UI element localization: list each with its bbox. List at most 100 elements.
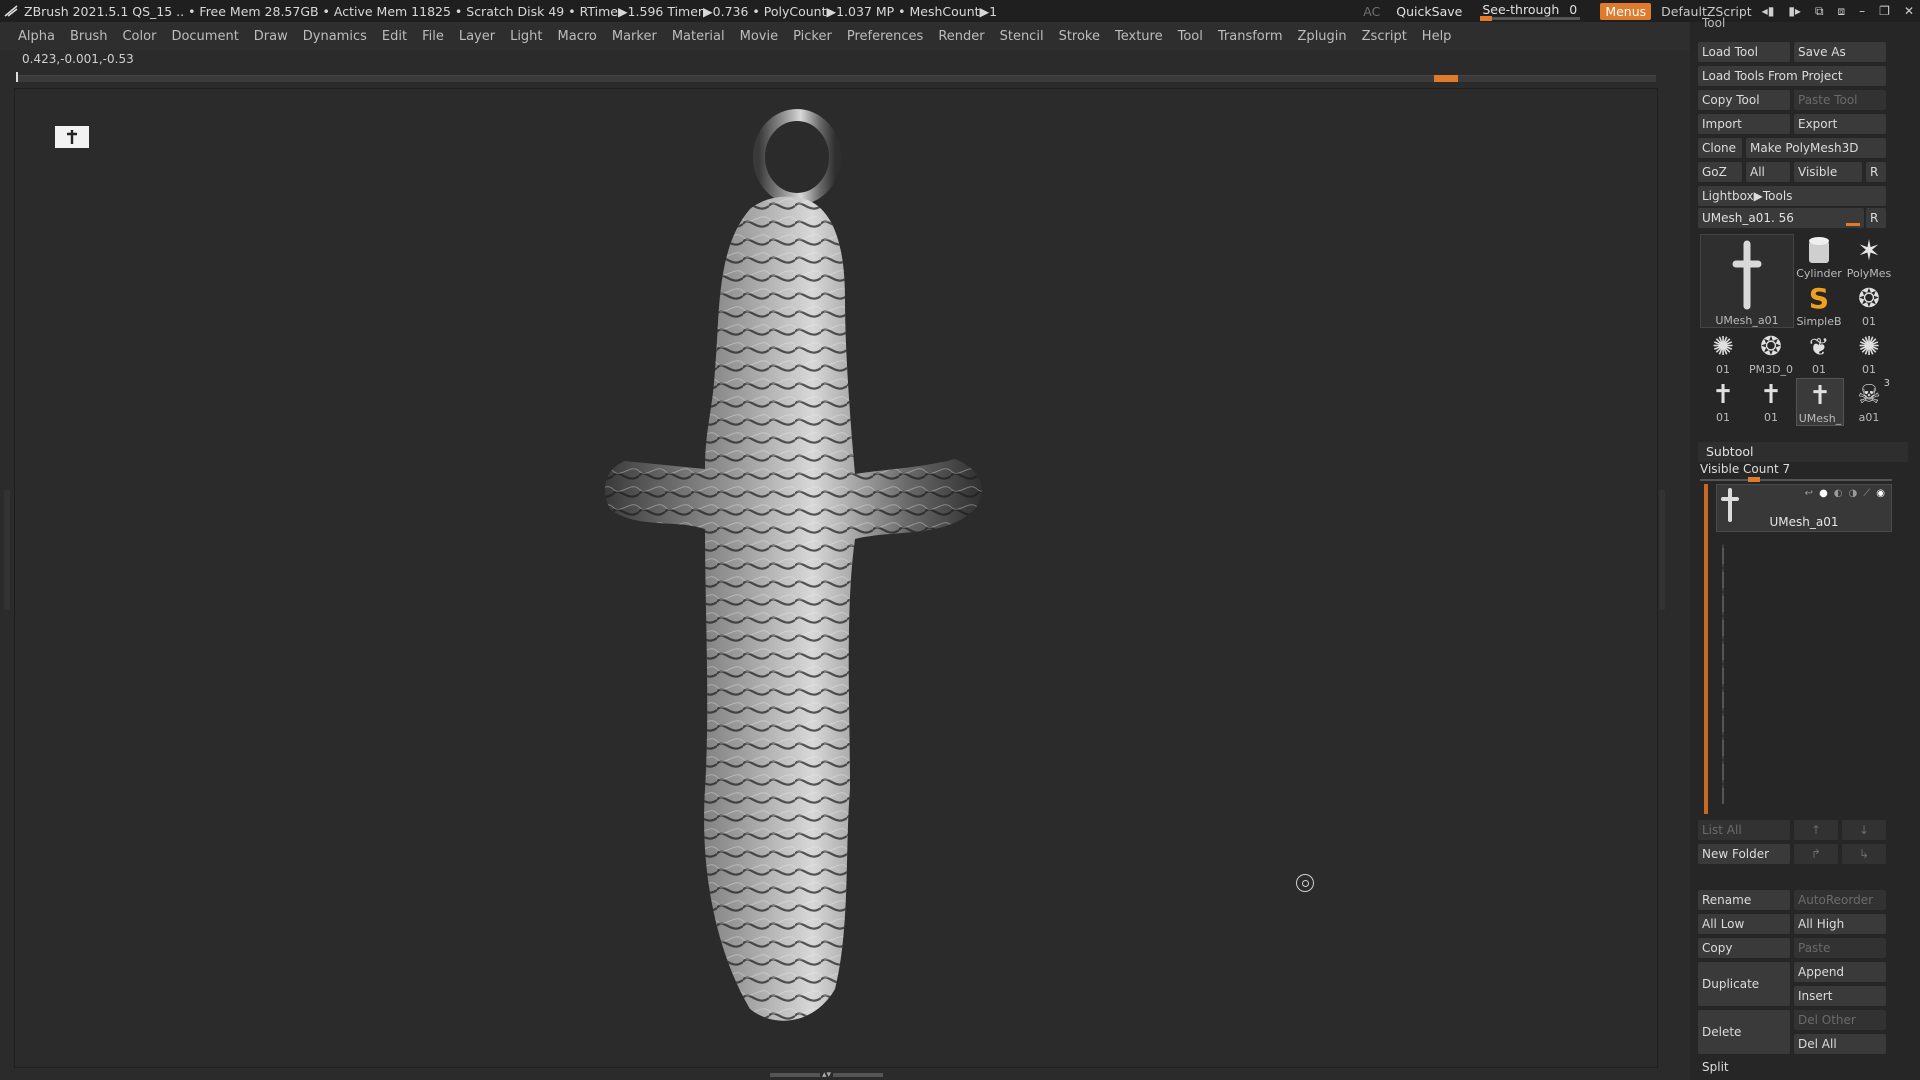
restore-icon[interactable]: ❐	[1879, 4, 1890, 19]
tool-thumb-01-d[interactable]: ✺ 01	[1846, 330, 1892, 377]
menu-render[interactable]: Render	[932, 29, 993, 44]
canvas-viewport[interactable]	[14, 88, 1658, 1068]
paste-subtool-button[interactable]: Paste	[1794, 938, 1886, 958]
make-polymesh3d-button[interactable]: Make PolyMesh3D	[1746, 138, 1886, 158]
autoreorder-button[interactable]: AutoReorder	[1794, 890, 1886, 910]
goz-visible-button[interactable]: Visible	[1794, 162, 1862, 182]
menu-zscript[interactable]: Zscript	[1356, 29, 1416, 44]
menu-color[interactable]: Color	[116, 29, 165, 44]
goz-all-button[interactable]: All	[1746, 162, 1790, 182]
new-folder-button[interactable]: New Folder	[1698, 844, 1790, 864]
all-high-button[interactable]: All High	[1794, 914, 1886, 934]
menu-light[interactable]: Light	[504, 29, 551, 44]
tool-thumb-polymesh[interactable]: ✶ PolyMes	[1846, 234, 1892, 280]
zbrush-logo-icon[interactable]	[2, 2, 20, 20]
left-tray-handle[interactable]	[4, 490, 10, 610]
export-button[interactable]: Export	[1794, 114, 1886, 134]
move-up-arrow-icon[interactable]: ↑	[1794, 820, 1838, 840]
menu-tool[interactable]: Tool	[1172, 29, 1212, 44]
bottom-tray-handle[interactable]: ▴▾	[770, 1070, 900, 1080]
solo-icon[interactable]: ◑	[1849, 488, 1858, 499]
split-section-header[interactable]: Split	[1702, 1060, 1729, 1074]
menu-zplugin[interactable]: Zplugin	[1292, 29, 1356, 44]
menus-toggle-button[interactable]: Menus	[1600, 2, 1652, 20]
lightbox-tools-button[interactable]: Lightbox▶Tools	[1698, 186, 1886, 206]
visible-count-knob[interactable]	[1748, 477, 1760, 482]
menu-draw[interactable]: Draw	[248, 29, 297, 44]
menu-transform[interactable]: Transform	[1212, 29, 1292, 44]
see-through-knob[interactable]	[1480, 16, 1493, 21]
menu-brush[interactable]: Brush	[64, 29, 117, 44]
rename-button[interactable]: Rename	[1698, 890, 1790, 910]
import-button[interactable]: Import	[1698, 114, 1790, 134]
arrow-icon[interactable]: ↩	[1805, 488, 1813, 499]
timeline-ruler[interactable]	[16, 72, 1656, 82]
tool-thumb-a01[interactable]: ☠ a01 3	[1846, 378, 1892, 424]
menu-preferences[interactable]: Preferences	[841, 29, 932, 44]
close-icon[interactable]: ✕	[1904, 4, 1914, 19]
window-swap-icon[interactable]: ⧈	[1838, 4, 1846, 19]
menu-macro[interactable]: Macro	[552, 29, 606, 44]
list-all-button[interactable]: List All	[1698, 820, 1790, 840]
menu-help[interactable]: Help	[1416, 29, 1461, 44]
menu-edit[interactable]: Edit	[376, 29, 416, 44]
goz-button[interactable]: GoZ	[1698, 162, 1742, 182]
all-low-button[interactable]: All Low	[1698, 914, 1790, 934]
save-as-button[interactable]: Save As	[1794, 42, 1886, 62]
menu-dynamics[interactable]: Dynamics	[297, 29, 376, 44]
see-through-slider[interactable]: See-through 0	[1478, 0, 1590, 22]
insert-button[interactable]: Insert	[1794, 986, 1886, 1006]
menu-marker[interactable]: Marker	[606, 29, 666, 44]
menu-material[interactable]: Material	[666, 29, 734, 44]
timeline-position-marker[interactable]	[1434, 75, 1458, 82]
tool-thumb-pm3d[interactable]: ❂ PM3D_0	[1748, 330, 1794, 377]
tool-r-button[interactable]: R	[1866, 208, 1886, 228]
paste-tool-button[interactable]: Paste Tool	[1794, 90, 1886, 110]
quicksave-button[interactable]: QuickSave	[1390, 4, 1468, 19]
goz-r-button[interactable]: R	[1866, 162, 1886, 182]
duplicate-button[interactable]: Duplicate	[1698, 962, 1790, 1006]
menu-stroke[interactable]: Stroke	[1053, 29, 1109, 44]
move-down-arrow-icon[interactable]: ↓	[1842, 820, 1886, 840]
subtool-section-header[interactable]: Subtool	[1698, 442, 1908, 462]
delete-button[interactable]: Delete	[1698, 1010, 1790, 1054]
eye-icon[interactable]: ◉	[1876, 488, 1885, 499]
menu-movie[interactable]: Movie	[734, 29, 787, 44]
tool-thumb-cylinder[interactable]: Cylinder	[1796, 234, 1842, 280]
tool-thumb-umesh[interactable]: ✝ UMesh_	[1796, 378, 1844, 426]
polyframe-icon[interactable]: ●	[1819, 488, 1828, 499]
menu-alpha[interactable]: Alpha	[12, 29, 64, 44]
clone-button[interactable]: Clone	[1698, 138, 1742, 158]
load-tool-button[interactable]: Load Tool	[1698, 42, 1790, 62]
pivot-target-icon[interactable]	[1296, 874, 1314, 892]
ac-toggle[interactable]: AC	[1363, 4, 1380, 19]
tool-thumb-01-c[interactable]: ❦ 01	[1796, 330, 1842, 377]
move-in-arrow-icon[interactable]: ↱	[1794, 844, 1838, 864]
menu-layer[interactable]: Layer	[453, 29, 504, 44]
tool-thumb-01-f[interactable]: ✝ 01	[1748, 378, 1794, 425]
tool-thumb-simplebrush[interactable]: S SimpleB	[1796, 282, 1842, 328]
move-out-arrow-icon[interactable]: ↳	[1842, 844, 1886, 864]
append-button[interactable]: Append	[1794, 962, 1886, 982]
menu-stencil[interactable]: Stencil	[994, 29, 1053, 44]
minimize-icon[interactable]: –	[1859, 4, 1865, 19]
window-layout-icon[interactable]: ⧉	[1815, 4, 1824, 19]
menu-file[interactable]: File	[416, 29, 453, 44]
layout-left-icon[interactable]: ◂▮	[1762, 4, 1775, 19]
tool-thumb-01-b[interactable]: ✺ 01	[1700, 330, 1746, 377]
menu-texture[interactable]: Texture	[1109, 29, 1172, 44]
copy-tool-button[interactable]: Copy Tool	[1698, 90, 1790, 110]
right-tray-handle[interactable]	[1659, 490, 1665, 610]
load-tools-from-project-button[interactable]: Load Tools From Project	[1698, 66, 1886, 86]
visible-count-slider[interactable]: Visible Count 7	[1700, 462, 1900, 482]
del-other-button[interactable]: Del Other	[1794, 1010, 1886, 1030]
current-tool-slider[interactable]: UMesh_a01. 56	[1698, 208, 1864, 228]
copy-subtool-button[interactable]: Copy	[1698, 938, 1790, 958]
tool-thumb-01-a[interactable]: ❂ 01	[1846, 282, 1892, 329]
subtool-item-umesh-a01[interactable]: ↩ ● ◐ ◑ ⟋ ◉ UMesh_a01	[1716, 484, 1892, 532]
menu-picker[interactable]: Picker	[787, 29, 841, 44]
brush-icon[interactable]: ⟋	[1863, 488, 1870, 499]
subtool-list-scrollbar[interactable]	[1704, 484, 1708, 814]
tool-thumb-umesh-a01[interactable]: UMesh_a01	[1700, 234, 1794, 328]
menu-document[interactable]: Document	[165, 29, 247, 44]
